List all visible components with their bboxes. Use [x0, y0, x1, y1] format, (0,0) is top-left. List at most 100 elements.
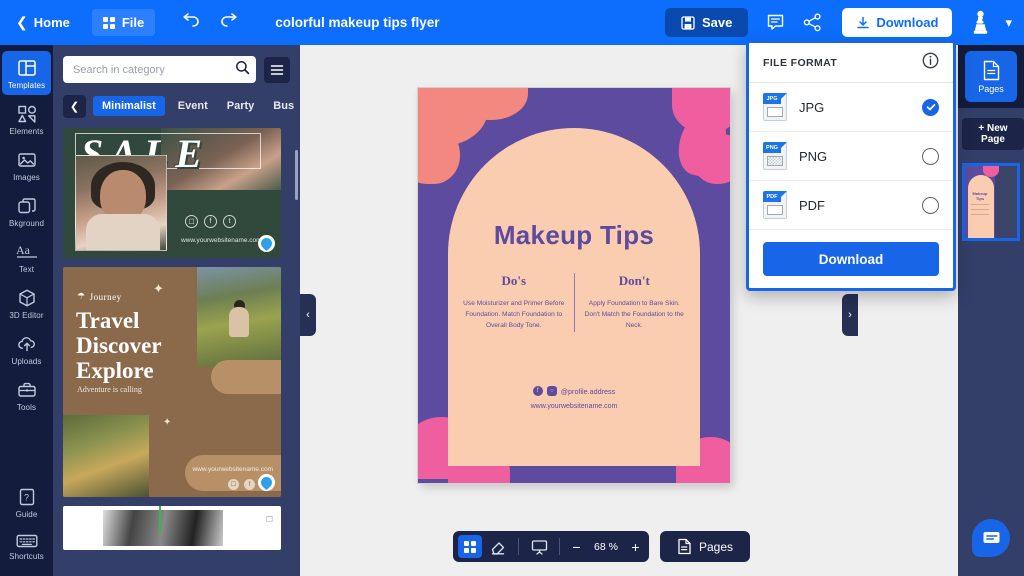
new-page-button[interactable]: + New Page	[962, 118, 1024, 150]
avatar[interactable]	[972, 10, 989, 36]
eraser-button[interactable]	[486, 535, 510, 558]
category-prev-button[interactable]: ❮	[63, 94, 86, 118]
page-icon	[678, 538, 691, 555]
format-label-png: PNG	[799, 148, 828, 164]
sparkle-icon: ✦	[163, 417, 172, 428]
flyer-column-dont[interactable]: Don't Apply Foundation to Bare Skin. Don…	[575, 273, 695, 332]
templates-icon	[17, 60, 36, 76]
chevron-left-icon: ❮	[16, 14, 28, 30]
category-tabs: ❮ Minimalist Event Party Bus ❯	[53, 83, 300, 128]
sidebar-item-elements[interactable]: Elements	[2, 97, 51, 141]
save-button[interactable]: Save	[664, 8, 749, 37]
thumbnail-canvas: Makeup Tips	[965, 166, 999, 238]
template-model-photo	[75, 155, 167, 251]
category-chip-event[interactable]: Event	[172, 96, 214, 116]
home-button[interactable]: ❮ Home	[16, 14, 70, 31]
sidebar-item-3d-editor[interactable]: 3D Editor	[2, 281, 51, 325]
template-line2: Discover	[76, 333, 162, 358]
toolbox-icon	[17, 382, 36, 397]
comment-button[interactable]	[766, 13, 785, 32]
flyer-title[interactable]: Makeup Tips	[418, 220, 730, 251]
sidebar-item-guide[interactable]: ? Guide	[2, 480, 51, 524]
sidebar-item-tools[interactable]: Tools	[2, 373, 51, 417]
sidebar-item-background[interactable]: Bkground	[2, 189, 51, 233]
flyer-column-dos[interactable]: Do's Use Moisturizer and Primer Before F…	[454, 273, 574, 332]
radio-jpg[interactable]	[922, 98, 939, 116]
sidebar-item-text[interactable]: Aa Text	[2, 235, 51, 279]
page-thumbnail[interactable]: Makeup Tips	[962, 163, 1020, 241]
page-thumbnail-list: Makeup Tips	[958, 163, 1024, 241]
list-item[interactable]: ☐	[63, 506, 281, 550]
chat-icon	[983, 532, 999, 543]
grid-icon	[464, 540, 476, 553]
present-icon	[531, 539, 547, 555]
zoom-out-button[interactable]: −	[568, 539, 585, 555]
flyer-columns: Do's Use Moisturizer and Primer Before F…	[454, 273, 694, 332]
search-input[interactable]	[73, 63, 235, 76]
chevron-down-icon[interactable]: ▾	[1005, 15, 1012, 31]
background-icon	[17, 198, 36, 214]
top-bar: ❮ Home File colorful makeup tips flyer S…	[0, 0, 1024, 45]
list-item[interactable]: ✦ ✦ ☂ Journey Travel Discover Explore Ad…	[63, 267, 281, 497]
radio-pdf[interactable]	[922, 196, 939, 214]
eraser-icon	[491, 541, 505, 555]
jpg-tag: JPG	[763, 93, 781, 104]
download-button[interactable]: Download	[842, 8, 953, 37]
template-social-icons: ☐ f t	[185, 215, 236, 228]
facebook-icon: f	[204, 215, 217, 228]
redo-button[interactable]	[219, 12, 239, 33]
zoom-in-button[interactable]: +	[627, 539, 644, 555]
collapse-right-handle[interactable]: ›	[842, 294, 858, 336]
category-chip-party[interactable]: Party	[221, 96, 261, 116]
search-field[interactable]	[63, 56, 256, 83]
instagram-icon: ☐	[185, 215, 198, 228]
pages-tab-button[interactable]: Pages	[965, 51, 1017, 102]
radio-png[interactable]	[922, 147, 939, 165]
sidebar-item-templates[interactable]: Templates	[2, 51, 51, 95]
format-option-png[interactable]: PNG PNG	[749, 132, 953, 181]
template-line1: Travel	[76, 308, 140, 333]
dropdown-download-button[interactable]: Download	[763, 242, 939, 276]
format-option-jpg[interactable]: JPG JPG	[749, 83, 953, 132]
info-icon[interactable]	[922, 52, 939, 74]
search-icon[interactable]	[235, 60, 250, 80]
jpg-file-icon: JPG	[763, 93, 787, 121]
flyer-social-handle[interactable]: f ○ @profile.address	[418, 386, 730, 396]
template-line3: Explore	[76, 358, 154, 383]
help-chat-button[interactable]	[972, 519, 1010, 557]
list-view-button[interactable]	[264, 56, 290, 83]
sidebar-item-uploads[interactable]: Uploads	[2, 327, 51, 371]
dropdown-title: FILE FORMAT	[763, 56, 838, 69]
pages-button[interactable]: Pages	[665, 538, 745, 555]
panel-scrollbar[interactable]	[295, 150, 298, 200]
category-chip-bus[interactable]: Bus	[267, 96, 300, 116]
flyer-url[interactable]: www.yourwebsitename.com	[418, 403, 730, 410]
share-button[interactable]	[803, 13, 822, 32]
collapse-left-handle[interactable]: ‹	[300, 294, 316, 336]
present-button[interactable]	[527, 535, 551, 558]
format-option-pdf[interactable]: PDF PDF	[749, 181, 953, 230]
facebook-icon: f	[532, 386, 543, 396]
sidebar-item-shortcuts[interactable]: Shortcuts	[2, 526, 51, 566]
thumbnail-line	[971, 214, 989, 215]
bottom-toolbar: − 68 % + Pages	[453, 531, 751, 562]
sidebar-label: Text	[18, 265, 35, 274]
file-button[interactable]: File	[91, 9, 156, 36]
dropdown-footer: Download	[749, 230, 953, 288]
eyebrow-label: Journey	[89, 291, 122, 302]
flyer-canvas[interactable]: Makeup Tips Do's Use Moisturizer and Pri…	[418, 88, 730, 483]
template-url: www.yourwebsitename.com	[181, 237, 262, 244]
grid-view-button[interactable]	[458, 535, 482, 558]
png-tag: PNG	[763, 142, 781, 153]
document-title[interactable]: colorful makeup tips flyer	[275, 15, 439, 30]
save-label: Save	[701, 15, 733, 30]
template-list[interactable]: SALE ☐ f t www.yourwebsitename.com ✦ ✦ ☂…	[53, 128, 300, 576]
list-item[interactable]: SALE ☐ f t www.yourwebsitename.com	[63, 128, 281, 258]
pages-label: Pages	[699, 539, 734, 554]
category-chip-minimalist[interactable]: Minimalist	[93, 96, 165, 116]
sidebar-item-images[interactable]: Images	[2, 143, 51, 187]
undo-button[interactable]	[181, 12, 201, 33]
template-eyebrow: ☂ Journey	[77, 291, 122, 302]
column-heading: Do's	[501, 273, 527, 288]
toolbar-separator	[518, 538, 519, 555]
